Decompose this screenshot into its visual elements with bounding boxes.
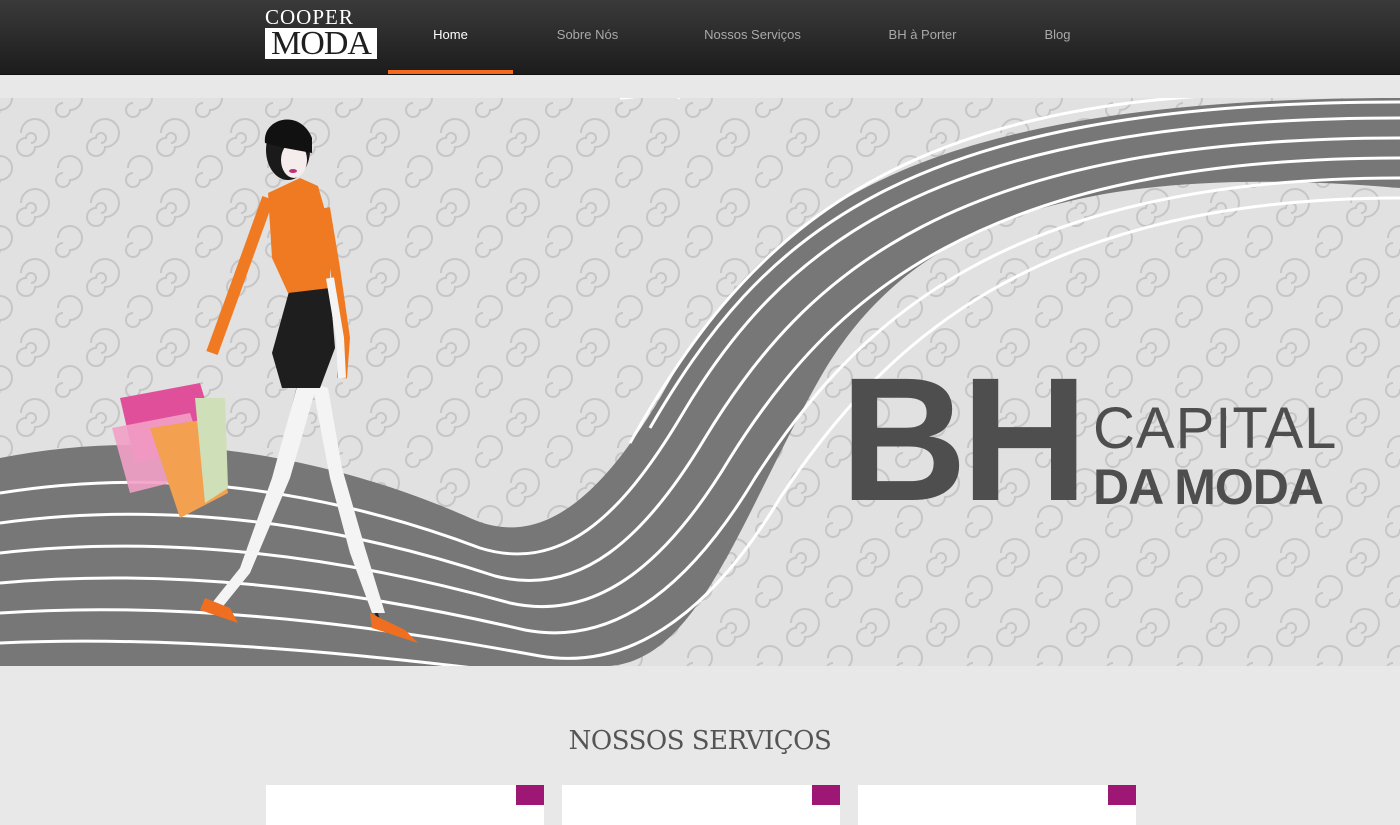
cooper-moda-logo[interactable]: COOPER MODA [265, 5, 377, 60]
nav-item-nossos-servicos[interactable]: Nossos Serviços [685, 0, 820, 74]
service-card[interactable] [858, 785, 1136, 825]
hero-banner: BH CAPITAL DA MODA [0, 98, 1400, 666]
logo-bottom-text: MODA [265, 28, 377, 59]
service-card-tab [812, 785, 840, 805]
service-card-tab [516, 785, 544, 805]
nav-item-label: BH à Porter [888, 27, 957, 42]
headline-bh: BH [840, 342, 1088, 538]
nav-item-label: Sobre Nós [556, 27, 619, 42]
nav-item-bh-a-porter[interactable]: BH à Porter [865, 0, 980, 74]
headline-da-moda: DA MODA [1093, 459, 1324, 515]
nav-item-label: Home [433, 27, 468, 42]
nav-item-sobre-nos[interactable]: Sobre Nós [530, 0, 645, 74]
services-section-title: NOSSOS SERVIÇOS [568, 726, 832, 756]
headline-capital: CAPITAL [1093, 396, 1338, 461]
service-card[interactable] [562, 785, 840, 825]
top-navbar: COOPER MODA Home Sobre Nós Nossos Serviç… [0, 0, 1400, 75]
hero-headline: BH CAPITAL DA MODA [840, 352, 1380, 533]
nav-item-blog[interactable]: Blog [1020, 0, 1095, 74]
nav-item-label: Nossos Serviços [704, 27, 801, 42]
logo-top-text: COOPER [265, 5, 354, 29]
nav-item-home[interactable]: Home [388, 0, 513, 74]
service-card[interactable] [266, 785, 544, 825]
nav-item-label: Blog [1044, 27, 1071, 42]
active-nav-indicator [388, 70, 513, 74]
service-card-tab [1108, 785, 1136, 805]
